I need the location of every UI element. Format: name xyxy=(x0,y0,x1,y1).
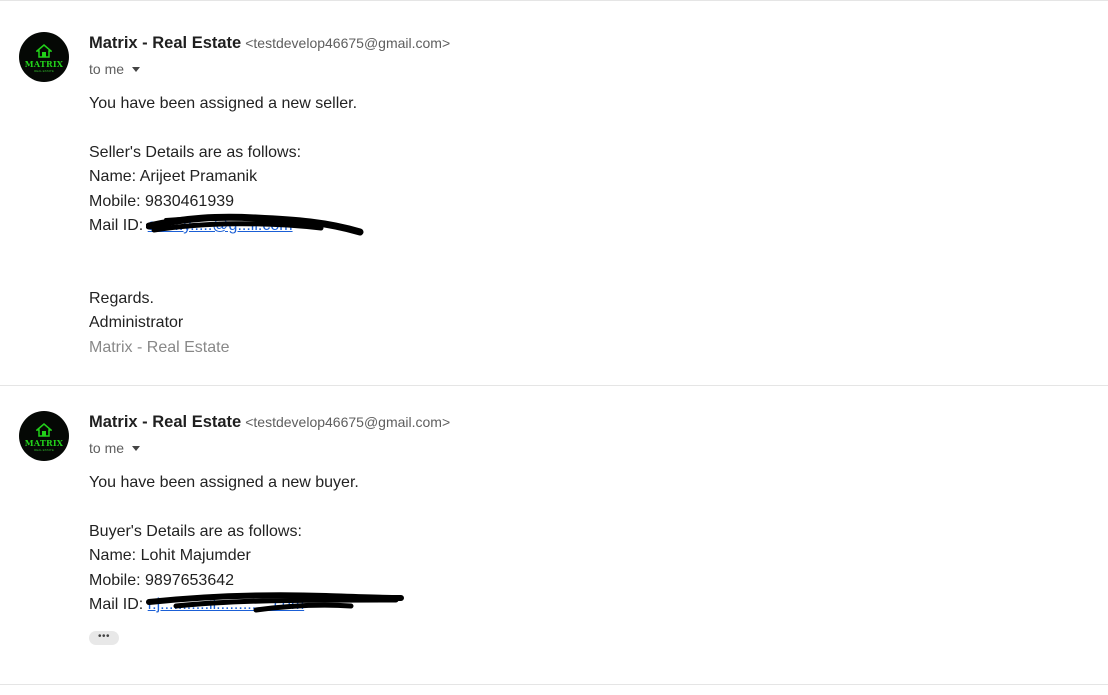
detail-mobile: Mobile: 9897653642 xyxy=(89,572,235,589)
chevron-down-icon[interactable] xyxy=(132,67,141,72)
sender-name[interactable]: Matrix - Real Estate xyxy=(89,34,241,52)
sender-avatar[interactable]: MATRIX REAL ESTATE xyxy=(19,32,69,82)
matrix-logo-icon xyxy=(36,423,52,437)
detail-name: Name: Arijeet Pramanik xyxy=(89,168,258,185)
detail-mobile: Mobile: 9830461939 xyxy=(89,193,235,210)
logo-subtext: REAL ESTATE xyxy=(34,69,54,73)
message-divider xyxy=(0,684,1108,685)
chevron-down-icon[interactable] xyxy=(132,446,141,451)
sender-name[interactable]: Matrix - Real Estate xyxy=(89,413,241,431)
mail-link[interactable]: r.j...........il.............com xyxy=(148,596,304,613)
body-intro: You have been assigned a new seller. xyxy=(89,95,358,112)
sender-email: <testdevelop46675@gmail.com> xyxy=(245,414,451,430)
logo-text: MATRIX xyxy=(24,438,64,448)
regards: Regards. xyxy=(89,290,154,307)
sender-avatar[interactable]: MATRIX REAL ESTATE xyxy=(19,411,69,461)
recipient-details-toggle[interactable]: to me xyxy=(89,440,141,456)
signature-org: Matrix - Real Estate xyxy=(89,339,230,356)
show-trimmed-content-button[interactable]: ••• xyxy=(89,631,119,645)
detail-mail: Mail ID: r.j...........il.............co… xyxy=(89,596,304,614)
detail-mail: Mail ID: ar.....y.....@g...il.com xyxy=(89,217,293,235)
email-message: MATRIX REAL ESTATE Matrix - Real Estate <… xyxy=(0,0,1108,386)
signer: Administrator xyxy=(89,314,184,331)
recipient-label: to me xyxy=(89,440,125,456)
sender-email: <testdevelop46675@gmail.com> xyxy=(245,35,451,51)
mail-link[interactable]: ar.....y.....@g...il.com xyxy=(148,217,293,234)
sender-line: Matrix - Real Estate <testdevelop46675@gm… xyxy=(89,34,450,53)
mail-label: Mail ID: xyxy=(89,596,144,613)
detail-name: Name: Lohit Majumder xyxy=(89,547,251,564)
more-icon: ••• xyxy=(97,631,110,642)
logo-subtext: REAL ESTATE xyxy=(34,448,54,452)
email-message: MATRIX REAL ESTATE Matrix - Real Estate <… xyxy=(0,386,1108,685)
sender-line: Matrix - Real Estate <testdevelop46675@gm… xyxy=(89,413,450,432)
details-heading: Seller's Details are as follows: xyxy=(89,144,302,161)
details-heading: Buyer's Details are as follows: xyxy=(89,523,302,540)
logo-text: MATRIX xyxy=(24,59,64,69)
mail-label: Mail ID: xyxy=(89,217,144,234)
recipient-label: to me xyxy=(89,61,125,77)
recipient-details-toggle[interactable]: to me xyxy=(89,61,141,77)
body-intro: You have been assigned a new buyer. xyxy=(89,474,359,491)
matrix-logo-icon xyxy=(36,44,52,58)
